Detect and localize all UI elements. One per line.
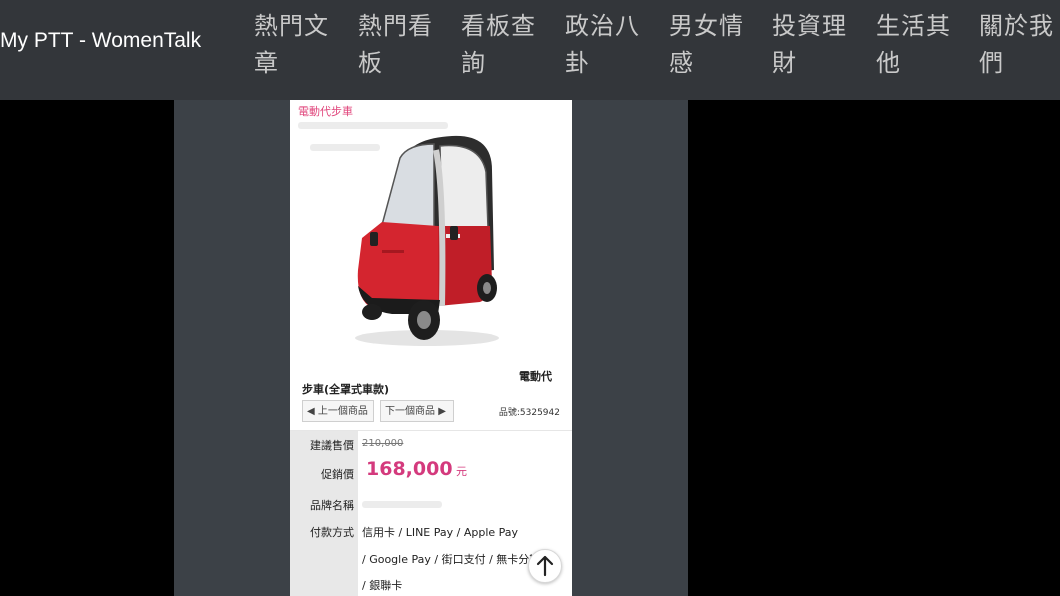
- top-navbar: My PTT - WomenTalk 熱門文章 熱門看板 看板查詢 政治八卦 男…: [0, 0, 1060, 100]
- prev-product-button[interactable]: ◀ 上一個商品: [302, 400, 374, 422]
- payment-method-line2: / Google Pay / 街口支付 / 無卡分期: [362, 553, 541, 566]
- product-category-label: 電動代步車: [298, 105, 353, 118]
- prev-product-label: 上一個商品: [317, 406, 368, 417]
- nav-life-other[interactable]: 生活其他: [876, 8, 958, 82]
- sale-price: 168,000 元: [366, 458, 467, 480]
- site-brand[interactable]: My PTT - WomenTalk: [0, 29, 201, 53]
- mobility-scooter-image: [355, 135, 499, 346]
- arrow-up-icon: [536, 555, 554, 577]
- nav-hot-boards[interactable]: 熱門看板: [358, 8, 440, 82]
- chevron-right-icon: ▶: [438, 406, 446, 417]
- sale-price-label: 促銷價: [321, 468, 354, 481]
- product-screenshot-image: 電動代步車 電動代 步車(全罩式車款) ◀ 上一個商品 下一個商品 ▶ 品號:5…: [290, 100, 572, 596]
- spec-label-column: [290, 431, 358, 596]
- payment-method-line1: 信用卡 / LINE Pay / Apple Pay: [362, 526, 519, 539]
- msrp-label: 建議售價: [310, 439, 354, 452]
- brand-name-label: 品牌名稱: [310, 499, 354, 512]
- sale-price-unit: 元: [456, 465, 468, 478]
- nav-investing[interactable]: 投資理財: [772, 8, 854, 82]
- nav-hot-articles[interactable]: 熱門文章: [254, 8, 336, 82]
- nav-relationships[interactable]: 男女情感: [669, 8, 751, 82]
- payment-method-line3: / 銀聯卡: [362, 579, 403, 592]
- next-product-label: 下一個商品: [385, 406, 435, 417]
- blurred-text: [298, 122, 448, 129]
- product-sku: 品號:5325942: [498, 408, 560, 418]
- nav-about-us[interactable]: 關於我們: [979, 8, 1060, 82]
- blurred-brand-value: [362, 501, 442, 508]
- nav-board-search[interactable]: 看板查詢: [461, 8, 543, 82]
- chevron-left-icon: ◀: [307, 406, 315, 417]
- msrp-value: 210,000: [362, 438, 404, 449]
- product-title-part2: 步車(全罩式車款): [302, 383, 390, 396]
- sale-price-value: 168,000: [366, 458, 453, 480]
- next-product-button[interactable]: 下一個商品 ▶: [380, 400, 454, 422]
- scroll-to-top-button[interactable]: [528, 549, 562, 583]
- product-title-part1: 電動代: [519, 370, 552, 383]
- nav-politics-gossip[interactable]: 政治八卦: [565, 8, 647, 82]
- article-stage: 電動代步車 電動代 步車(全罩式車款) ◀ 上一個商品 下一個商品 ▶ 品號:5…: [0, 100, 1060, 596]
- payment-method-label: 付款方式: [310, 526, 354, 539]
